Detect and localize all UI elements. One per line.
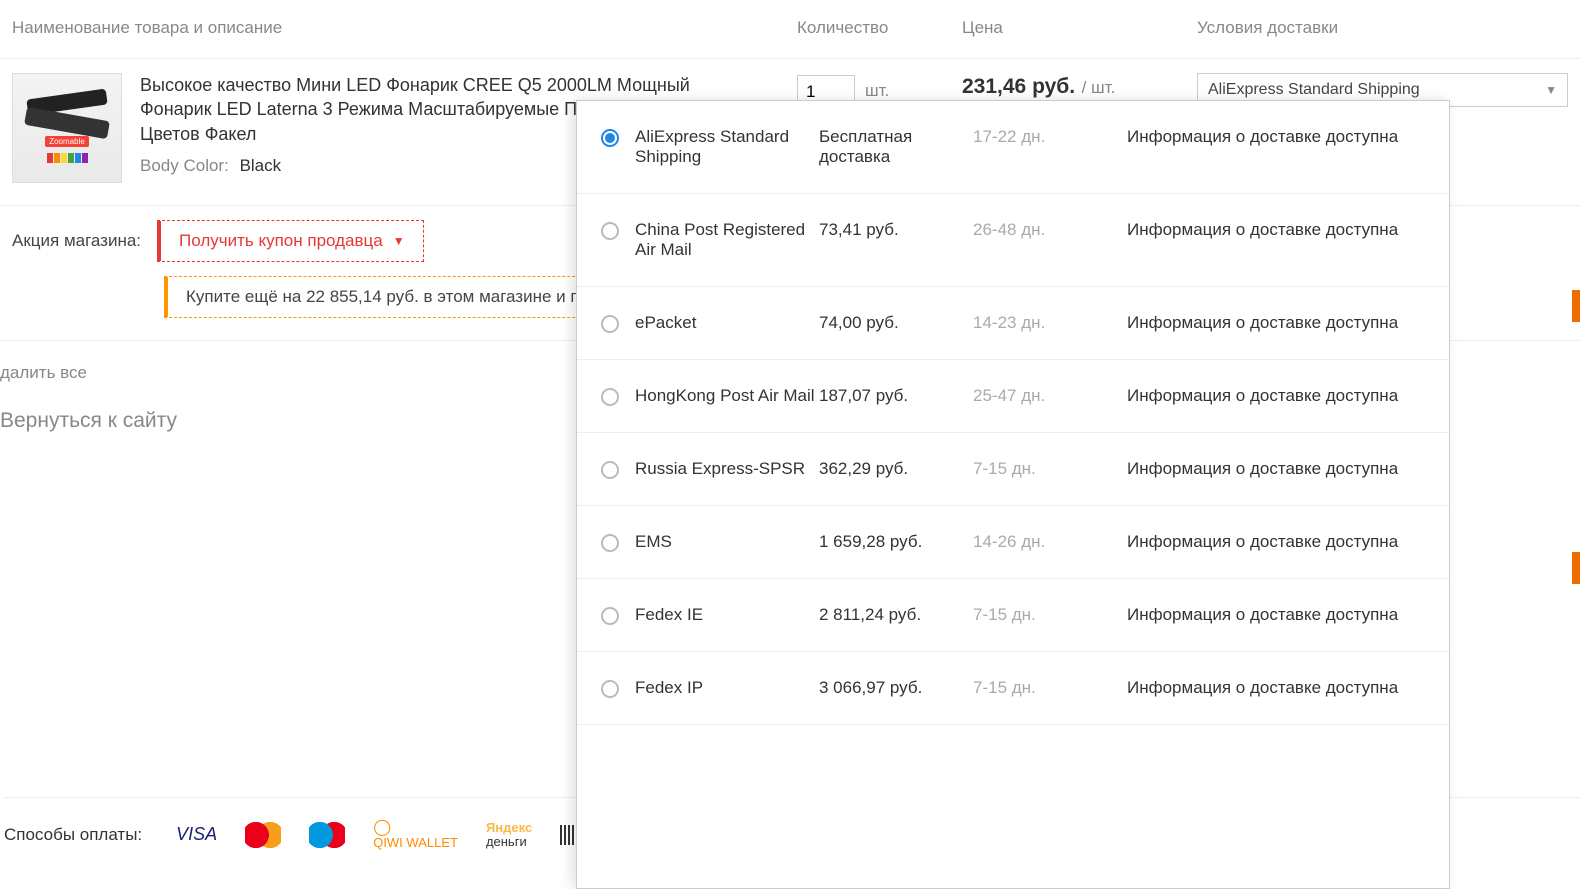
- get-coupon-button[interactable]: Получить купон продавца ▼: [157, 220, 424, 262]
- visa-icon: VISA: [176, 824, 217, 845]
- shipping-option-price: 3 066,97 руб.: [819, 678, 969, 698]
- shipping-option-info: Информация о доставке доступна: [1127, 313, 1425, 333]
- col-qty-label: Количество: [797, 18, 962, 38]
- payment-label: Способы оплаты:: [4, 825, 142, 845]
- shipping-options-panel: AliExpress Standard ShippingБесплатная д…: [576, 100, 1450, 889]
- shipping-option-price: 2 811,24 руб.: [819, 605, 969, 625]
- col-price-label: Цена: [962, 18, 1197, 38]
- shipping-option-price: 73,41 руб.: [819, 220, 969, 240]
- col-name-label: Наименование товара и описание: [12, 18, 797, 38]
- shipping-option[interactable]: Fedex IE2 811,24 руб.7-15 дн.Информация …: [577, 579, 1449, 652]
- shipping-selected-value: AliExpress Standard Shipping: [1208, 81, 1420, 99]
- shipping-option-info: Информация о доставке доступна: [1127, 386, 1425, 406]
- shipping-option-price: 1 659,28 руб.: [819, 532, 969, 552]
- yandex-money-icon: Яндексденьги: [486, 821, 532, 848]
- chevron-down-icon: ▼: [1545, 83, 1557, 97]
- radio-button[interactable]: [601, 222, 619, 240]
- qiwi-wallet-icon: QIWI WALLET: [373, 820, 458, 849]
- return-to-site-link[interactable]: Вернуться к сайту: [0, 401, 177, 441]
- shipping-option[interactable]: EMS1 659,28 руб.14-26 дн.Информация о до…: [577, 506, 1449, 579]
- radio-button[interactable]: [601, 461, 619, 479]
- shipping-option[interactable]: Russia Express-SPSR362,29 руб.7-15 дн.Ин…: [577, 433, 1449, 506]
- shipping-option-name: HongKong Post Air Mail: [635, 386, 815, 406]
- shipping-option-name: China Post Registered Air Mail: [635, 220, 815, 260]
- shipping-option-name: Fedex IP: [635, 678, 815, 698]
- shipping-option-name: Fedex IE: [635, 605, 815, 625]
- shipping-option-info: Информация о доставке доступна: [1127, 220, 1425, 240]
- radio-button[interactable]: [601, 680, 619, 698]
- shipping-option[interactable]: China Post Registered Air Mail73,41 руб.…: [577, 194, 1449, 287]
- shipping-option-name: ePacket: [635, 313, 815, 333]
- promo-message: Купите ещё на 22 855,14 руб. в этом мага…: [164, 276, 635, 318]
- shipping-option[interactable]: Fedex IP3 066,97 руб.7-15 дн.Информация …: [577, 652, 1449, 725]
- chevron-down-icon: ▼: [393, 234, 405, 248]
- quantity-unit: шт.: [865, 75, 889, 101]
- coupon-button-text: Получить купон продавца: [179, 231, 383, 251]
- shipping-option-days: 7-15 дн.: [973, 605, 1123, 625]
- shipping-option-days: 26-48 дн.: [973, 220, 1123, 240]
- shipping-option-price: 362,29 руб.: [819, 459, 969, 479]
- radio-button[interactable]: [601, 129, 619, 147]
- radio-button[interactable]: [601, 315, 619, 333]
- shipping-option-info: Информация о доставке доступна: [1127, 605, 1425, 625]
- shipping-option-days: 25-47 дн.: [973, 386, 1123, 406]
- shipping-option-days: 14-26 дн.: [973, 532, 1123, 552]
- cart-columns-header: Наименование товара и описание Количеств…: [0, 0, 1580, 59]
- shipping-option-name: EMS: [635, 532, 815, 552]
- shipping-option-info: Информация о доставке доступна: [1127, 459, 1425, 479]
- shipping-option-days: 17-22 дн.: [973, 127, 1123, 147]
- col-shipping-label: Условия доставки: [1197, 18, 1568, 38]
- body-color-label: Body Color:: [140, 156, 229, 175]
- shipping-option-price: Бесплатная доставка: [819, 127, 969, 167]
- price-main: 231,46 руб.: [962, 75, 1075, 98]
- shipping-option-info: Информация о доставке доступна: [1127, 127, 1425, 147]
- radio-button[interactable]: [601, 607, 619, 625]
- radio-button[interactable]: [601, 534, 619, 552]
- shipping-option-days: 7-15 дн.: [973, 459, 1123, 479]
- shipping-option-days: 14-23 дн.: [973, 313, 1123, 333]
- shipping-option-name: AliExpress Standard Shipping: [635, 127, 815, 167]
- shipping-option-name: Russia Express-SPSR: [635, 459, 815, 479]
- promo-label: Акция магазина:: [12, 231, 141, 251]
- delete-all-link[interactable]: далить все: [0, 359, 87, 387]
- mastercard-icon: [245, 821, 281, 849]
- shipping-option[interactable]: HongKong Post Air Mail187,07 руб.25-47 д…: [577, 360, 1449, 433]
- shipping-option[interactable]: ePacket74,00 руб.14-23 дн.Информация о д…: [577, 287, 1449, 360]
- shipping-option-info: Информация о доставке доступна: [1127, 532, 1425, 552]
- product-thumbnail[interactable]: Zoomable: [12, 73, 122, 183]
- sidebar-fragment: [1572, 290, 1580, 644]
- body-color-value: Black: [240, 156, 282, 175]
- maestro-icon: [309, 821, 345, 849]
- shipping-option-info: Информация о доставке доступна: [1127, 678, 1425, 698]
- shipping-option-days: 7-15 дн.: [973, 678, 1123, 698]
- shipping-option-price: 187,07 руб.: [819, 386, 969, 406]
- shipping-option-price: 74,00 руб.: [819, 313, 969, 333]
- price-per-unit: / шт.: [1082, 78, 1116, 97]
- shipping-option[interactable]: AliExpress Standard ShippingБесплатная д…: [577, 101, 1449, 194]
- radio-button[interactable]: [601, 388, 619, 406]
